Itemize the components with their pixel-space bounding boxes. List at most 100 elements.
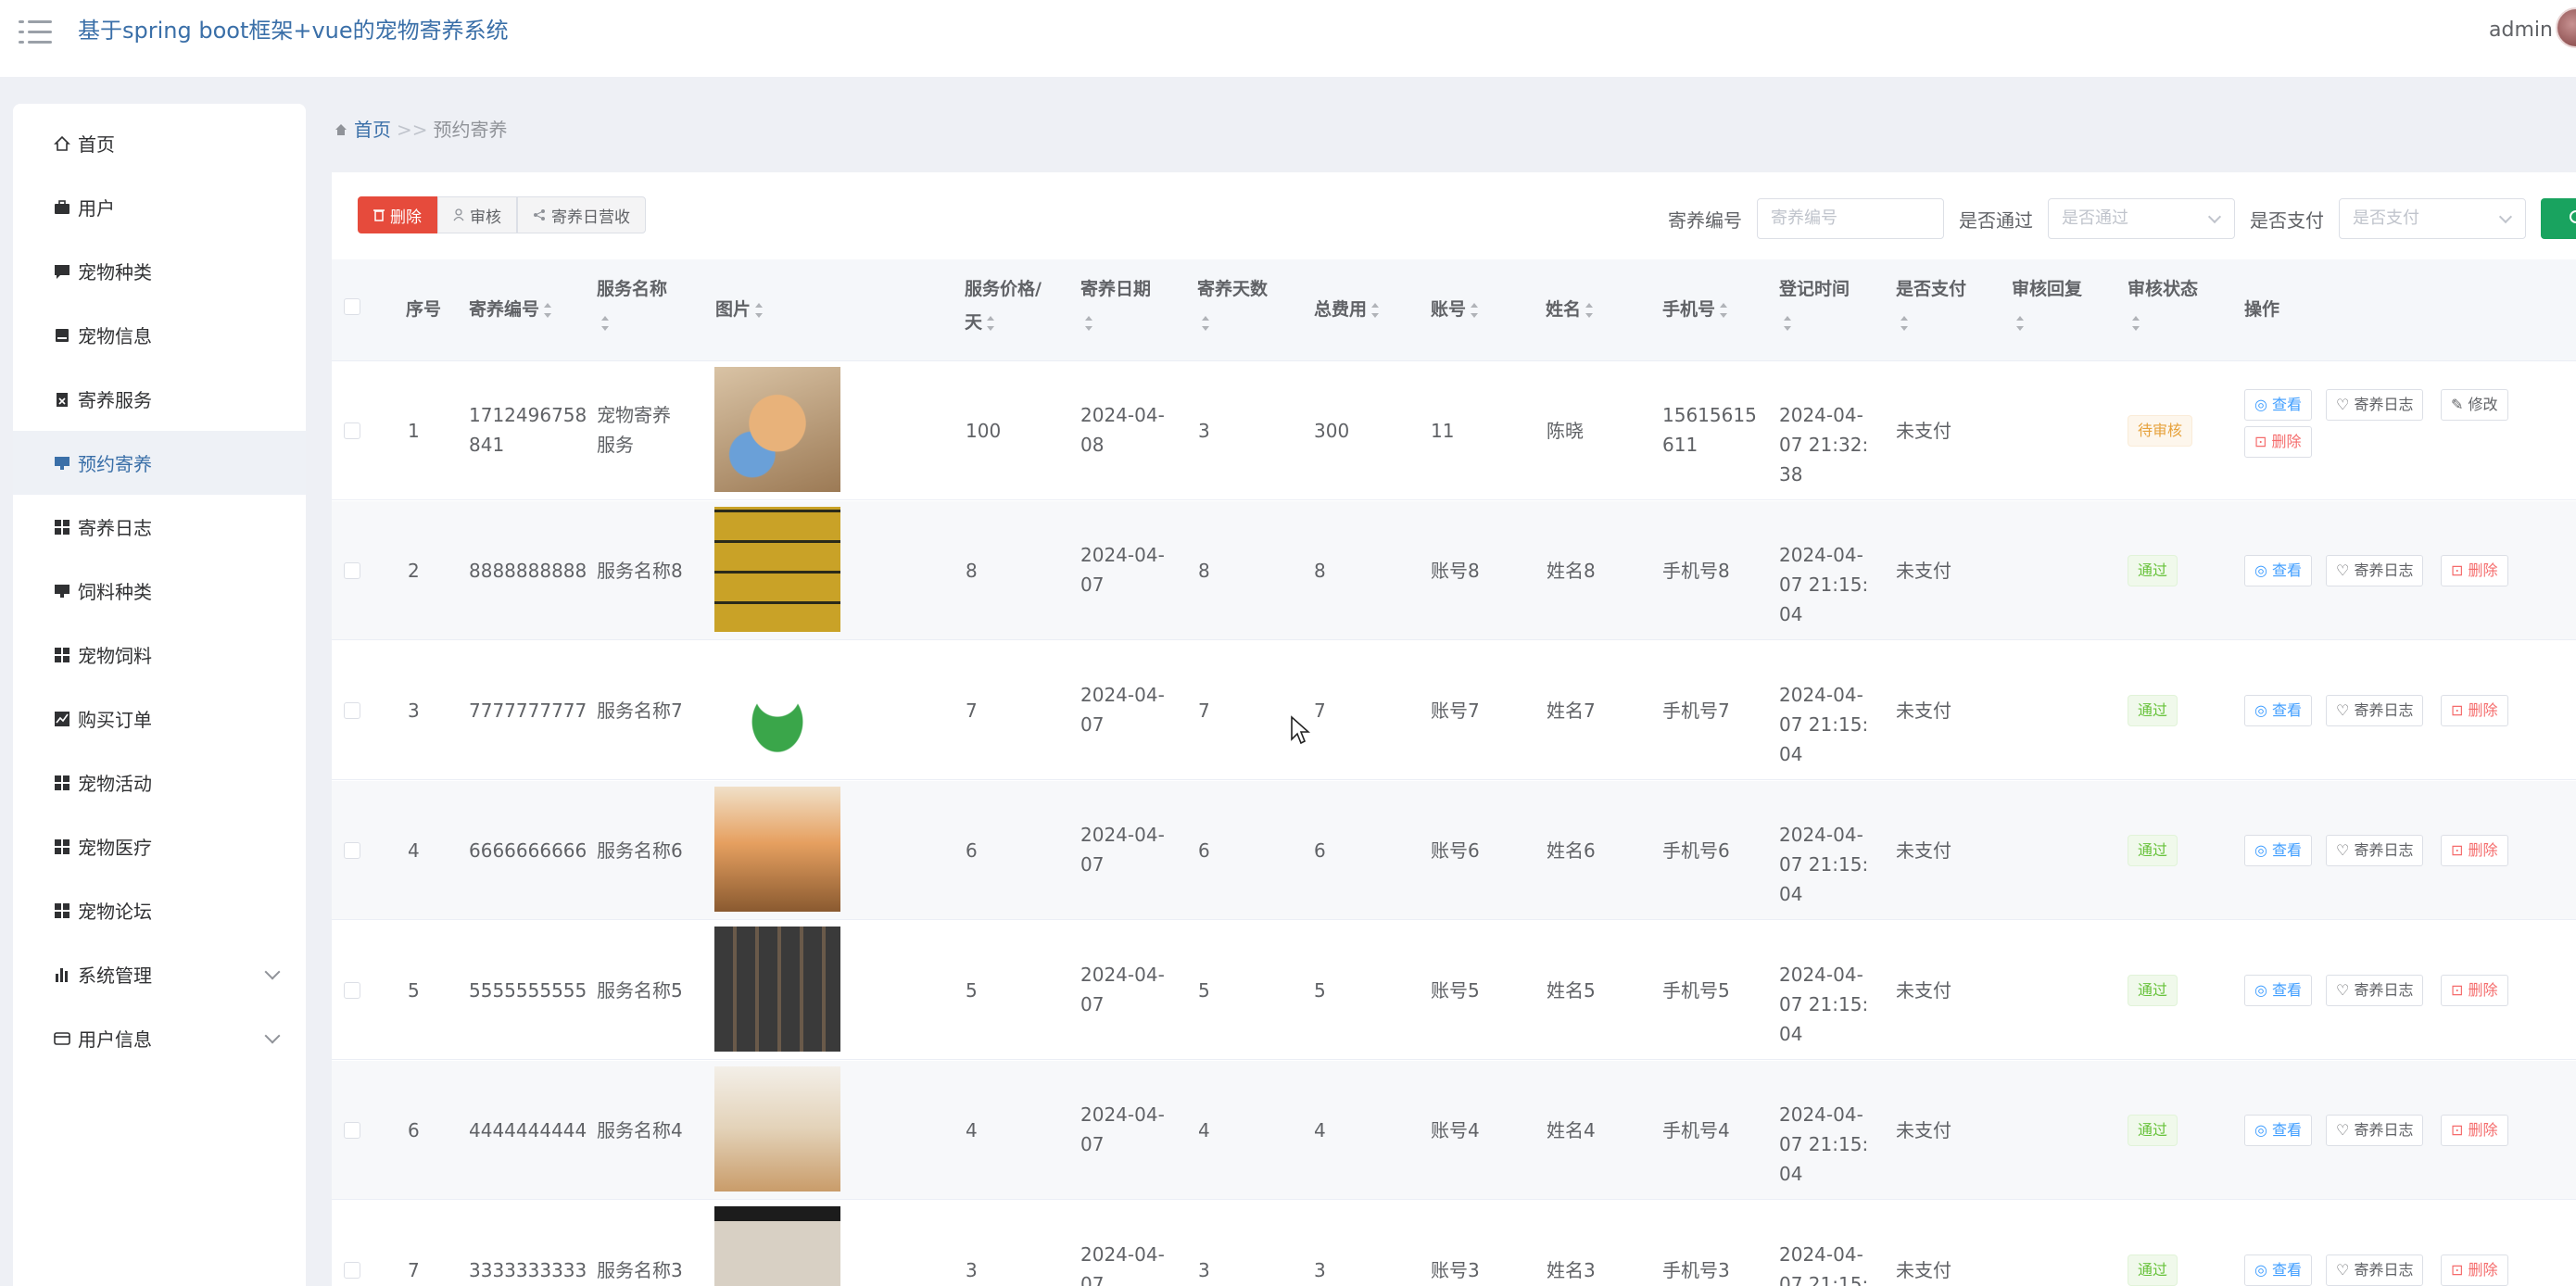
header-reply[interactable]: 审核回复 [2012,272,2101,339]
sidebar-item-10[interactable]: 宠物活动 [13,750,306,814]
sort-icon[interactable] [2015,315,2025,331]
sidebar-item-3[interactable]: 宠物信息 [13,303,306,367]
paid-select[interactable]: 是否支付 [2339,198,2526,239]
sort-icon[interactable] [1370,302,1380,318]
sidebar-item-8[interactable]: 宠物饲料 [13,623,306,687]
sort-icon[interactable] [600,315,610,331]
delete-row-button[interactable]: ⊡ 删除 [2441,695,2508,726]
row-checkbox[interactable] [344,842,360,859]
boarding-log-button[interactable]: ♡ 寄养日志 [2326,835,2424,866]
header-status[interactable]: 审核状态 [2128,272,2216,339]
header-total[interactable]: 总费用 [1314,293,1380,326]
approved-select[interactable]: 是否通过 [2048,198,2235,239]
avatar[interactable] [2556,7,2576,48]
row-checkbox[interactable] [344,1122,360,1139]
daily-revenue-button[interactable]: 寄养日营收 [517,196,646,233]
header-paid[interactable]: 是否支付 [1896,272,1985,339]
sidebar-item-11[interactable]: 宠物医疗 [13,814,306,878]
view-button[interactable]: ◎ 查看 [2244,1254,2313,1286]
boarding-log-button[interactable]: ♡ 寄养日志 [2326,389,2424,421]
header-phone[interactable]: 手机号 [1662,293,1728,326]
row-checkbox[interactable] [344,562,360,579]
select-all-checkbox[interactable] [344,298,360,315]
header-index: 序号 [406,299,442,320]
user-name[interactable]: admin [2489,16,2553,45]
sidebar-item-label: 宠物饲料 [78,645,152,667]
header-service[interactable]: 服务名称 [597,272,680,339]
header-account[interactable]: 账号 [1431,293,1479,326]
view-button[interactable]: ◎ 查看 [2244,1115,2313,1146]
sort-icon[interactable] [1719,302,1728,318]
boarding-log-button[interactable]: ♡ 寄养日志 [2326,1254,2424,1286]
view-button[interactable]: ◎ 查看 [2244,389,2313,421]
delete-button[interactable]: 删除 [358,196,437,233]
sort-icon[interactable] [1470,302,1479,318]
header-name[interactable]: 姓名 [1546,293,1594,326]
sidebar-item-1[interactable]: 用户 [13,175,306,239]
table-row[interactable]: 5 5555555555 服务名称5 5 2024-04-07 5 5 账号5 姓名5 手机号5 2… [332,921,2576,1060]
sort-icon[interactable] [986,315,995,331]
boarding-log-button[interactable]: ♡ 寄养日志 [2326,975,2424,1006]
row-checkbox[interactable] [344,982,360,999]
sidebar-item-2[interactable]: 宠物种类 [13,239,306,303]
menu-toggle-icon[interactable] [19,19,52,46]
audit-button-label: 审核 [470,208,501,227]
sort-icon[interactable] [1783,315,1792,331]
sidebar-item-12[interactable]: 宠物论坛 [13,878,306,942]
audit-button[interactable]: 审核 [437,196,517,233]
cell-phone: 手机号6 [1662,839,1730,862]
view-button[interactable]: ◎ 查看 [2244,555,2313,586]
boarding-no-input[interactable]: 寄养编号 [1757,198,1944,239]
header-image[interactable]: 图片 [715,293,764,326]
table-row[interactable]: 1 1712496758841 宠物寄养服务 100 2024-04-08 3 300 11 陈… [332,361,2576,500]
sort-icon[interactable] [1084,315,1093,331]
row-checkbox[interactable] [344,702,360,719]
cell-paid: 未支付 [1896,560,1951,582]
breadcrumb: 首页 >> 预约寄养 [334,117,508,143]
sidebar-item-9[interactable]: 购买订单 [13,687,306,750]
sort-icon[interactable] [754,302,764,318]
delete-row-button[interactable]: ⊡ 删除 [2441,555,2508,586]
view-button[interactable]: ◎ 查看 [2244,975,2313,1006]
boarding-log-button[interactable]: ♡ 寄养日志 [2326,555,2424,586]
boarding-log-button[interactable]: ♡ 寄养日志 [2326,1115,2424,1146]
delete-row-button[interactable]: ⊡ 删除 [2441,1254,2508,1286]
delete-row-button[interactable]: ⊡ 删除 [2441,975,2508,1006]
row-checkbox[interactable] [344,1262,360,1279]
sort-icon[interactable] [1900,315,1909,331]
boarding-log-button[interactable]: ♡ 寄养日志 [2326,695,2424,726]
table-row[interactable]: 4 6666666666 服务名称6 6 2024-04-07 6 6 账号6 姓名6 手机号6 2… [332,781,2576,920]
header-date[interactable]: 寄养日期 [1080,272,1169,339]
sidebar-item-14[interactable]: 用户信息 [13,1006,306,1070]
grid-icon [52,773,72,793]
header-time[interactable]: 登记时间 [1779,272,1868,339]
sidebar-item-7[interactable]: 饲料种类 [13,559,306,623]
sort-icon[interactable] [1585,302,1594,318]
row-checkbox[interactable] [344,422,360,439]
table-row[interactable]: 7 3333333333 服务名称3 3 2024-04-07 3 3 账号3 姓名3 手机号3 2… [332,1201,2576,1286]
edit-button[interactable]: ✎ 修改 [2441,389,2508,421]
header-price[interactable]: 服务价格/天 [965,272,1054,339]
status-badge: 通过 [2128,555,2178,586]
table-row[interactable]: 3 7777777777 服务名称7 7 2024-04-07 7 7 账号7 姓名7 手机号7 2… [332,641,2576,780]
sidebar-item-0[interactable]: 首页 [13,111,306,175]
boarding-log-button-label: 寄养日志 [2354,841,2414,859]
sidebar-item-4[interactable]: 寄养服务 [13,367,306,431]
search-button[interactable] [2541,198,2576,239]
header-no[interactable]: 寄养编号 [469,293,552,326]
sort-icon[interactable] [2131,315,2140,331]
delete-row-button[interactable]: ⊡ 删除 [2441,835,2508,866]
delete-row-button[interactable]: ⊡ 删除 [2441,1115,2508,1146]
view-button[interactable]: ◎ 查看 [2244,695,2313,726]
sidebar-item-6[interactable]: 寄养日志 [13,495,306,559]
table-row[interactable]: 2 8888888888 服务名称8 8 2024-04-07 8 8 账号8 姓名8 手机号8 2… [332,501,2576,640]
table-row[interactable]: 6 4444444444 服务名称4 4 2024-04-07 4 4 账号4 姓名4 手机号4 2… [332,1061,2576,1200]
delete-row-button[interactable]: ⊡ 删除 [2244,426,2312,458]
breadcrumb-home[interactable]: 首页 [354,117,391,143]
header-days[interactable]: 寄养天数 [1197,272,1286,339]
view-button[interactable]: ◎ 查看 [2244,835,2313,866]
sort-icon[interactable] [1201,315,1210,331]
sidebar-item-5[interactable]: 预约寄养 [13,431,306,495]
sort-icon[interactable] [543,302,552,318]
sidebar-item-13[interactable]: 系统管理 [13,942,306,1006]
